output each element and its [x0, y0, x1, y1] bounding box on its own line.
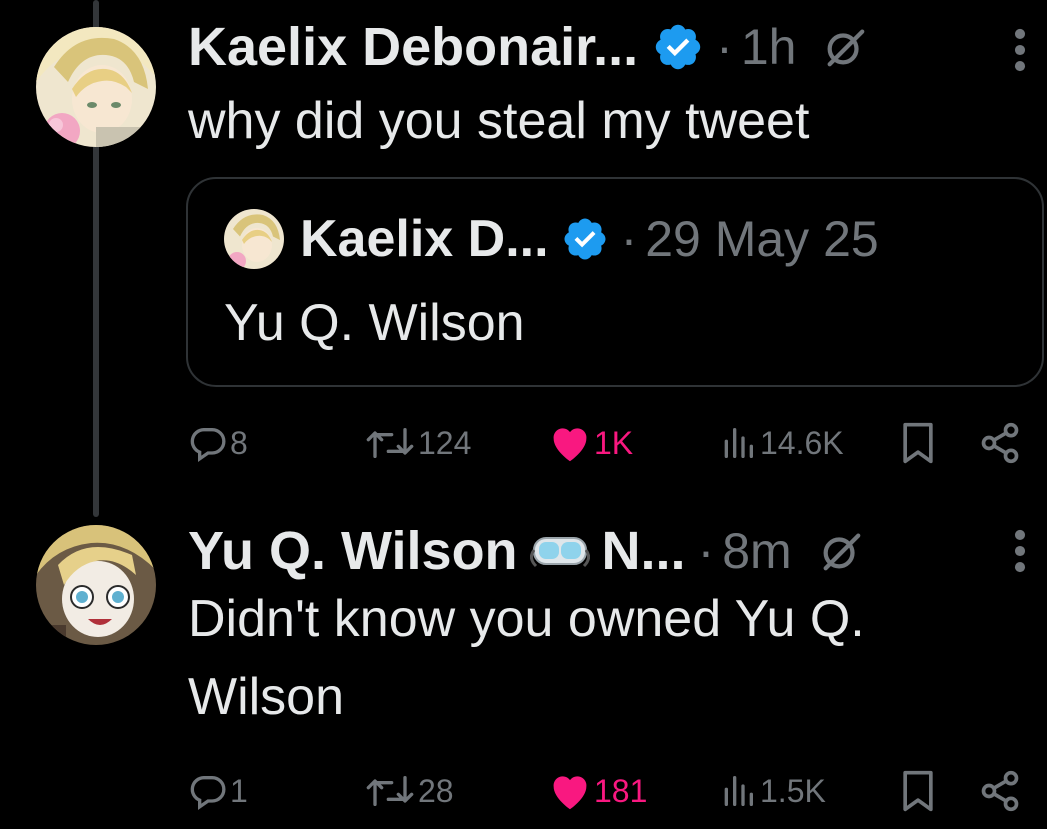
- views-count: 1.5K: [760, 772, 826, 809]
- like-button[interactable]: 181: [548, 766, 647, 816]
- author-name[interactable]: Yu Q. Wilson: [188, 520, 518, 582]
- timestamp[interactable]: 1h: [741, 18, 797, 76]
- reply-icon: [188, 771, 228, 811]
- quote-text: Yu Q. Wilson: [224, 294, 525, 352]
- goggles-emoji-icon: [529, 528, 590, 574]
- separator-dot: ·: [620, 211, 638, 267]
- repost-button[interactable]: 124: [364, 418, 471, 468]
- share-icon: [978, 769, 1022, 813]
- views-count: 14.6K: [760, 424, 844, 461]
- more-icon[interactable]: [1008, 528, 1032, 574]
- grok-icon[interactable]: [818, 528, 864, 574]
- author-name[interactable]: Kaelix Debonair...: [188, 16, 638, 78]
- heart-icon: [548, 423, 592, 463]
- views-button[interactable]: 14.6K: [718, 418, 844, 468]
- bookmark-icon: [898, 769, 938, 813]
- bookmark-icon: [898, 421, 938, 465]
- quote-header: Kaelix D... · 29 May 25: [224, 207, 879, 271]
- reply-icon: [188, 423, 228, 463]
- reply-button[interactable]: 8: [188, 418, 248, 468]
- share-button[interactable]: [978, 766, 1022, 816]
- tweet-text: Didn't know you owned Yu Q. Wilson: [188, 590, 865, 726]
- repost-icon: [364, 771, 416, 811]
- repost-button[interactable]: 28: [364, 766, 454, 816]
- avatar-yu-q-wilson[interactable]: [36, 525, 156, 645]
- views-icon: [718, 423, 758, 463]
- more-icon[interactable]: [1008, 27, 1032, 73]
- like-count: 1K: [594, 424, 634, 461]
- action-bar: 1 28 181 1.5K: [188, 766, 1028, 816]
- avatar-kaelix[interactable]: [36, 27, 156, 147]
- repost-icon: [364, 423, 416, 463]
- quote-avatar: [224, 209, 284, 269]
- verified-badge-icon: [561, 215, 609, 263]
- quote-author-name: Kaelix D...: [300, 210, 549, 268]
- repost-count: 28: [418, 772, 454, 809]
- reply-count: 1: [230, 772, 248, 809]
- share-icon: [978, 421, 1022, 465]
- author-name-suffix[interactable]: N...: [602, 520, 686, 582]
- reply-button[interactable]: 1: [188, 766, 248, 816]
- tweet-header: Yu Q. Wilson N... · 8m: [188, 516, 864, 586]
- like-button[interactable]: 1K: [548, 418, 633, 468]
- tweet-text: why did you steal my tweet: [188, 92, 810, 150]
- action-bar: 8 124 1K 14.6K: [188, 418, 1028, 468]
- verified-badge-icon: [652, 21, 704, 73]
- views-icon: [718, 771, 758, 811]
- separator-dot: ·: [716, 19, 733, 75]
- share-button[interactable]: [978, 418, 1022, 468]
- quoted-tweet-card[interactable]: Kaelix D... · 29 May 25 Yu Q. Wilson: [186, 177, 1044, 387]
- separator-dot: ·: [697, 523, 715, 579]
- timestamp[interactable]: 8m: [722, 522, 791, 580]
- quote-date: 29 May 25: [645, 211, 879, 267]
- grok-icon[interactable]: [822, 24, 868, 70]
- repost-count: 124: [418, 424, 472, 461]
- heart-icon: [548, 771, 592, 811]
- bookmark-button[interactable]: [898, 418, 938, 468]
- reply-count: 8: [230, 424, 248, 461]
- bookmark-button[interactable]: [898, 766, 938, 816]
- views-button[interactable]: 1.5K: [718, 766, 826, 816]
- like-count: 181: [594, 772, 648, 809]
- tweet-header: Kaelix Debonair... · 1h: [188, 12, 868, 82]
